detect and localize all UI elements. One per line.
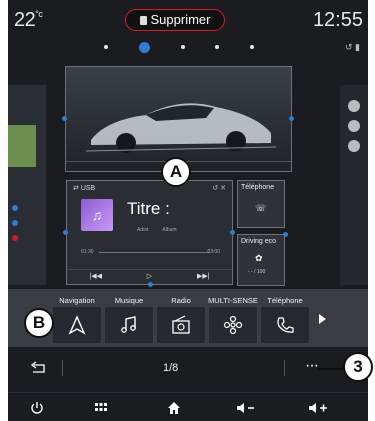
phone-icon: ☏ (255, 203, 267, 213)
resize-handle[interactable] (148, 282, 153, 287)
shortcut-music[interactable]: Musique (105, 289, 153, 347)
previous-track-icon[interactable]: |◀◀ (89, 272, 102, 281)
divider (284, 360, 285, 376)
bottom-nav (8, 392, 368, 421)
driving-eco-score: - - / 100 (248, 269, 266, 275)
volume-up-icon[interactable] (308, 401, 330, 415)
phone-icon (12, 205, 18, 211)
shortcut-phone[interactable]: Téléphone (261, 289, 309, 347)
repeat-shuffle-icon: ↺ ✕ (212, 185, 226, 192)
leaf-icon: ✿ (255, 253, 263, 263)
time-total: 03:00 (207, 249, 220, 255)
multimedia-screen: 22°c Supprimer 12:55 ↺ ▮ ⇄ USB ↺ ✕ ♫ Tit… (8, 0, 368, 421)
power-icon[interactable] (30, 401, 44, 415)
callout-leader-line (318, 368, 344, 370)
knob-icon (348, 100, 360, 112)
time-elapsed: 01:30 (81, 249, 94, 255)
car-illustration-icon (86, 103, 276, 153)
delete-label: Supprimer (150, 12, 211, 27)
media-source: ⇄ USB (73, 185, 96, 192)
page-dot[interactable] (250, 45, 254, 49)
map-thumbnail (8, 125, 36, 167)
page-dot[interactable] (104, 45, 108, 49)
next-track-icon[interactable]: ▶▶| (197, 272, 210, 281)
resize-handle[interactable] (230, 230, 235, 235)
resize-handle[interactable] (63, 230, 68, 235)
callout-b: B (24, 308, 54, 338)
divider (62, 360, 63, 376)
knob-icon (348, 140, 360, 152)
shortcut-radio[interactable]: Radio (157, 289, 205, 347)
missed-call-icon (12, 235, 18, 241)
phone-icon (12, 220, 18, 226)
clock: 12:55 (312, 9, 363, 31)
track-meta: Artist Album (137, 227, 177, 233)
phone-widget-title: Téléphone (241, 184, 275, 191)
progress-bar[interactable] (99, 252, 209, 253)
driving-eco-widget[interactable]: Driving eco ✿ - - / 100 (237, 234, 285, 286)
status-icons: ↺ ▮ (345, 42, 360, 52)
page-indicator: 1/8 (163, 362, 179, 374)
page-dots (104, 40, 254, 54)
previous-page-peek[interactable] (8, 85, 46, 285)
back-icon[interactable] (30, 361, 46, 375)
navigation-arrow-icon (68, 315, 86, 335)
home-icon[interactable] (167, 401, 181, 415)
resize-handle[interactable] (62, 116, 67, 121)
shortcut-navigation[interactable]: Navigation (53, 289, 101, 347)
next-page-peek[interactable] (340, 85, 368, 285)
knob-icon (348, 120, 360, 132)
page-dot-active[interactable] (138, 41, 150, 53)
volume-down-icon[interactable] (236, 401, 258, 415)
driving-eco-title: Driving eco (241, 238, 277, 245)
music-note-icon (121, 316, 136, 333)
shortcut-label: Téléphone (267, 296, 303, 305)
page-dot[interactable] (180, 45, 185, 49)
trash-icon (139, 16, 147, 25)
play-icon[interactable]: ▷ (147, 272, 152, 281)
next-shortcuts-arrow-icon[interactable] (319, 314, 326, 324)
phone-icon (277, 317, 294, 333)
shortcut-label: Radio (171, 296, 191, 305)
shortcut-label: Navigation (59, 296, 95, 305)
shortcut-label: MULTI-SENSE (208, 296, 258, 305)
page-dot[interactable] (215, 45, 220, 49)
delete-button[interactable]: Supprimer (125, 9, 225, 31)
outside-temperature: 22°c (14, 9, 43, 31)
phone-widget[interactable]: Téléphone ☏ (237, 180, 285, 228)
media-controls: |◀◀ ▷ ▶▶| (67, 269, 232, 281)
resize-handle[interactable] (289, 116, 294, 121)
resize-handle[interactable] (283, 232, 288, 237)
shortcut-multi-sense[interactable]: MULTI-SENSE (208, 289, 258, 347)
shortcut-dock: Navigation Musique Radio MULTI-SENSE Tél… (8, 289, 368, 347)
page-bar: 1/8 ··· (8, 353, 368, 383)
callout-a: A (161, 157, 191, 187)
radio-icon (172, 315, 190, 334)
apps-grid-icon[interactable] (94, 401, 108, 413)
more-options-icon[interactable]: ··· (305, 357, 319, 375)
shortcut-label: Musique (114, 296, 144, 305)
track-title: Titre : (127, 199, 170, 218)
multi-sense-icon (223, 315, 243, 335)
media-widget[interactable]: ⇄ USB ↺ ✕ ♫ Titre : Artist Album 01:30 03… (66, 180, 233, 285)
callout-3: 3 (343, 352, 373, 382)
vehicle-widget[interactable] (65, 66, 292, 172)
music-note-icon: ♫ (81, 199, 113, 231)
